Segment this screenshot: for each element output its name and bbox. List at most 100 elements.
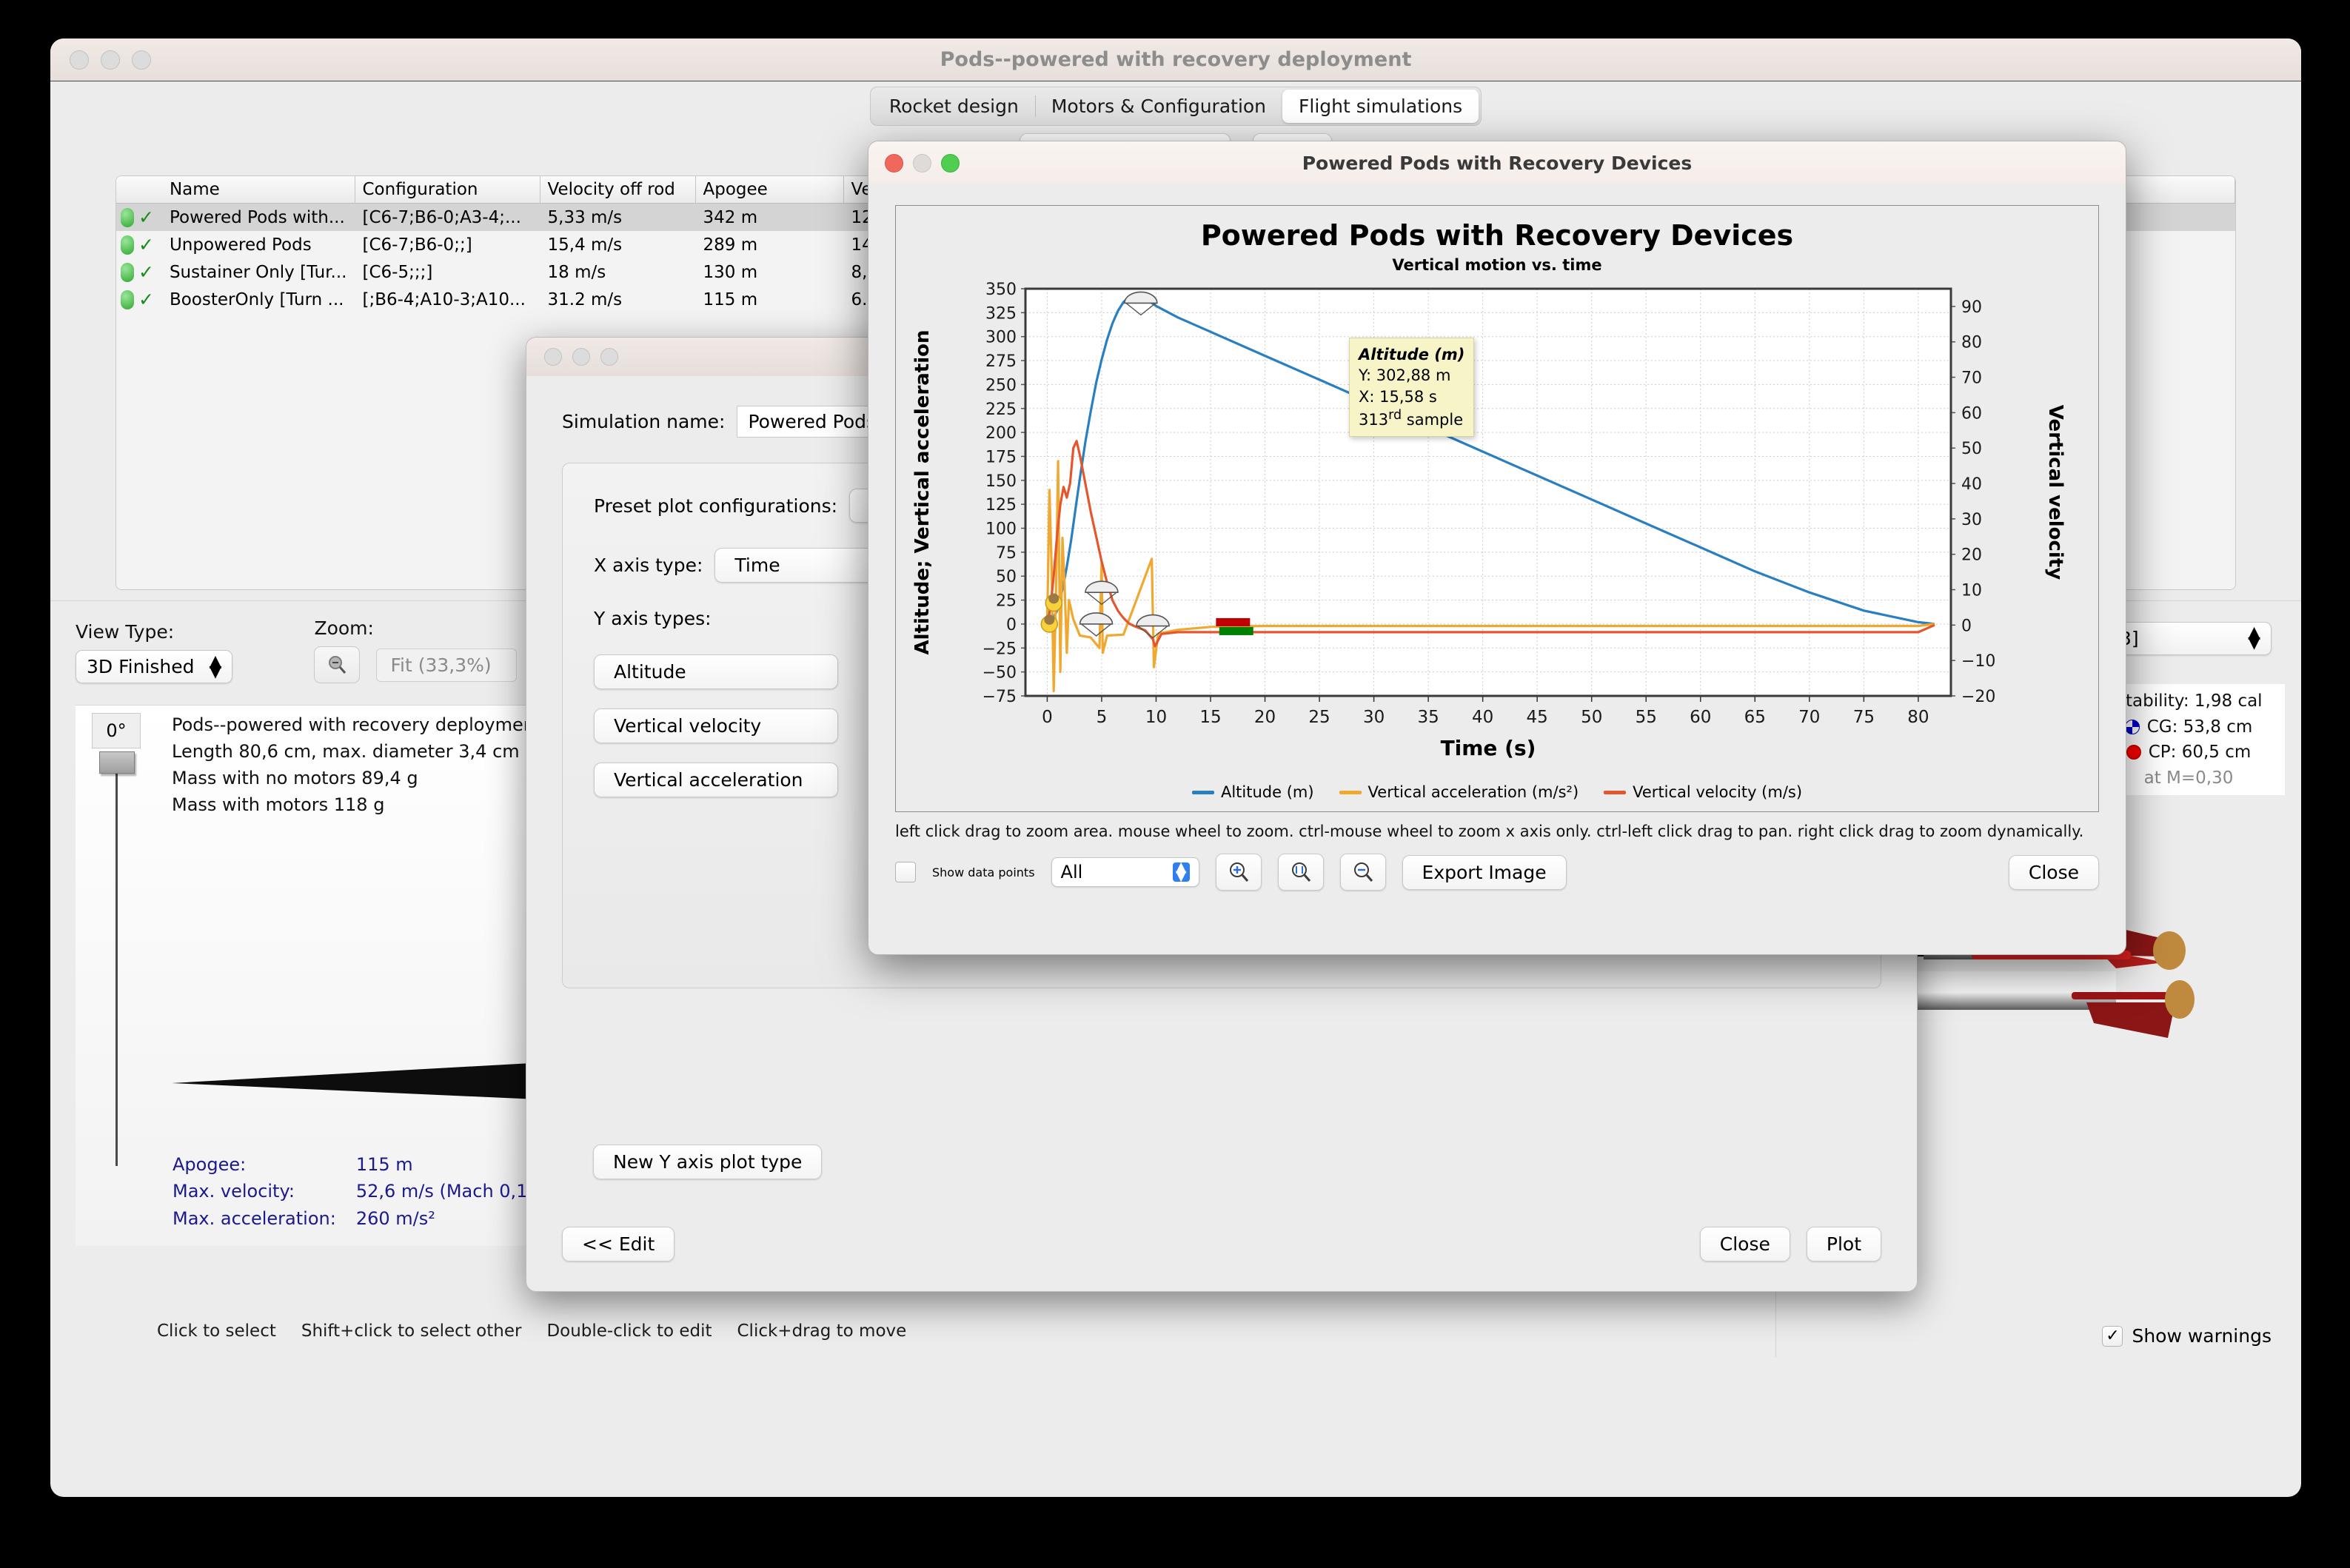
- row-velocity-off-rod: 31.2 m/s: [547, 289, 623, 309]
- chart-close-button[interactable]: Close: [2008, 854, 2099, 890]
- chart-window-title: Powered Pods with Recovery Devices: [1302, 152, 1693, 174]
- svg-text:50: 50: [1961, 440, 1982, 458]
- svg-text:175: 175: [985, 448, 1017, 466]
- svg-text:Vertical velocity: Vertical velocity: [2044, 405, 2066, 580]
- svg-text:20: 20: [1254, 708, 1276, 727]
- data-points-select[interactable]: All ▲ ▼: [1051, 857, 1199, 887]
- green-pill-icon: [121, 262, 134, 282]
- row-apogee: 115 m: [703, 289, 758, 309]
- stat-row: Max. velocity: 52,6 m/s (Mach 0,16): [172, 1178, 565, 1205]
- legend-swatch-vertical-velocity: [1604, 790, 1627, 794]
- svg-text:Altitude; Vertical acceleratio: Altitude; Vertical acceleration: [911, 329, 934, 654]
- maximize-dialog-button[interactable]: [600, 348, 618, 366]
- col-apogee[interactable]: Apogee: [695, 176, 844, 204]
- col-name[interactable]: Name: [161, 176, 355, 204]
- chart-subtitle: Vertical motion vs. time: [1392, 256, 1602, 274]
- svg-text:35: 35: [1417, 708, 1439, 727]
- export-image-button[interactable]: Export Image: [1402, 854, 1567, 890]
- row-apogee: 289 m: [703, 235, 758, 255]
- legend-item-vertical-acceleration: Vertical acceleration (m/s²): [1339, 783, 1579, 801]
- svg-text:90: 90: [1961, 298, 1982, 317]
- row-config: [C6-7;B6-0;;]: [362, 235, 472, 255]
- row-config: [C6-7;B6-0;A3-4;...: [355, 203, 540, 231]
- magnifier-minus-icon: [1353, 862, 1373, 882]
- row-status: ✓: [116, 286, 162, 313]
- col-velocity-off-rod[interactable]: Velocity off rod: [540, 176, 696, 204]
- chart-zoom-fit-button[interactable]: [1277, 854, 1324, 891]
- status-bar: Click to select Shift+click to select ot…: [50, 1305, 1775, 1357]
- zoom-out-button[interactable]: [314, 646, 361, 683]
- tab-motors-configuration[interactable]: Motors & Configuration: [1034, 90, 1282, 123]
- close-dialog-button[interactable]: [544, 348, 562, 366]
- svg-text:30: 30: [1961, 511, 1982, 529]
- stat-row: Max. acceleration: 260 m/s²: [172, 1205, 565, 1233]
- data-points-value: All: [1060, 862, 1083, 882]
- plot-button[interactable]: Plot: [1806, 1227, 1881, 1262]
- x-axis-select[interactable]: Time: [714, 548, 886, 583]
- show-data-points-checkbox[interactable]: [895, 862, 916, 882]
- rocket-info-line: Pods--powered with recovery deployment: [172, 714, 542, 735]
- svg-text:75: 75: [1853, 708, 1875, 727]
- chart-title: Powered Pods with Recovery Devices: [1200, 219, 1794, 252]
- legend-swatch-altitude: [1191, 790, 1214, 794]
- svg-text:−50: −50: [982, 664, 1017, 683]
- row-status: ✓: [116, 231, 162, 258]
- svg-text:−20: −20: [1961, 688, 1995, 706]
- svg-text:−10: −10: [1961, 652, 1995, 671]
- chart-zoom-in-button[interactable]: [1215, 854, 1262, 891]
- chart-footer-controls: Show data points All ▲ ▼ Export Image Clo…: [868, 840, 2126, 891]
- rocket-info-line: Mass with motors 118 g: [172, 794, 385, 815]
- tab-rocket-design[interactable]: Rocket design: [873, 90, 1035, 123]
- edit-back-button[interactable]: << Edit: [562, 1227, 675, 1262]
- svg-text:25: 25: [996, 592, 1017, 611]
- green-check-icon: ✓: [138, 234, 154, 255]
- window-titlebar: Pods--powered with recovery deployment: [50, 38, 2301, 81]
- view-type-label: View Type:: [76, 621, 175, 643]
- view-type-select[interactable]: 3D Finished ▲ ▼: [76, 650, 233, 683]
- svg-text:45: 45: [1527, 708, 1548, 727]
- chart-canvas[interactable]: −75−50−250255075100125150175200225250275…: [896, 274, 2100, 792]
- row-name: Powered Pods with...: [161, 203, 355, 231]
- svg-text:150: 150: [985, 472, 1017, 491]
- col-configuration[interactable]: Configuration: [355, 176, 540, 204]
- stat-label: Apogee:: [173, 1153, 247, 1175]
- chart-window: Powered Pods with Recovery Devices Power…: [868, 141, 2126, 955]
- window-title: Pods--powered with recovery deployment: [940, 48, 1412, 71]
- show-warnings-checkbox[interactable]: ✓: [2102, 1325, 2123, 1347]
- zoom-level-field[interactable]: Fit (33,3%): [376, 648, 518, 682]
- magnifier-plus-icon: [1229, 862, 1248, 882]
- minimize-dialog-button[interactable]: [572, 348, 590, 366]
- magnifier-fit-icon: [1291, 862, 1310, 882]
- legend-item-altitude: Altitude (m): [1191, 783, 1314, 801]
- rotation-slider-knob[interactable]: [99, 751, 135, 774]
- green-pill-icon: [121, 207, 134, 227]
- rocket-info-line: Length 80,6 cm, max. diameter 3,4 cm: [172, 741, 520, 762]
- show-warnings-row[interactable]: ✓ Show warnings: [2102, 1325, 2272, 1347]
- chart-plot-frame[interactable]: Powered Pods with Recovery Devices Verti…: [895, 205, 2099, 812]
- plot-dialog-close-button[interactable]: Close: [1699, 1227, 1790, 1262]
- motor-config-select[interactable]: 3] ▲ ▼: [2109, 622, 2272, 655]
- y-axis-type-altitude[interactable]: Altitude: [594, 654, 838, 689]
- svg-text:−75: −75: [982, 688, 1017, 706]
- green-pill-icon: [121, 289, 134, 309]
- svg-text:0: 0: [1006, 616, 1017, 634]
- legend-label-vertical-acceleration: Vertical acceleration (m/s²): [1368, 783, 1579, 801]
- chart-window-titlebar: Powered Pods with Recovery Devices: [868, 141, 2126, 184]
- chart-usage-hint: left click drag to zoom area. mouse whee…: [895, 822, 2084, 840]
- tab-flight-simulations[interactable]: Flight simulations: [1282, 89, 1479, 123]
- svg-text:325: 325: [985, 304, 1017, 323]
- hint-click-to-select: Click to select: [157, 1321, 276, 1341]
- new-y-axis-plot-type-button[interactable]: New Y axis plot type: [593, 1145, 823, 1179]
- stat-label: Max. velocity:: [173, 1181, 295, 1202]
- svg-text:40: 40: [1472, 708, 1493, 727]
- main-tabs: Rocket design Motors & Configuration Fli…: [50, 81, 2301, 126]
- y-axis-type-vertical-velocity[interactable]: Vertical velocity: [594, 708, 838, 743]
- svg-text:10: 10: [1961, 582, 1982, 600]
- show-data-points-label: Show data points: [932, 865, 1035, 880]
- hint-double-click: Double-click to edit: [546, 1321, 712, 1341]
- rotation-slider-track[interactable]: [116, 751, 118, 1166]
- green-check-icon: ✓: [138, 207, 154, 228]
- y-axis-type-vertical-acceleration[interactable]: Vertical acceleration: [594, 763, 838, 797]
- row-name: Unpowered Pods: [169, 235, 312, 255]
- chart-zoom-out-button[interactable]: [1339, 854, 1386, 891]
